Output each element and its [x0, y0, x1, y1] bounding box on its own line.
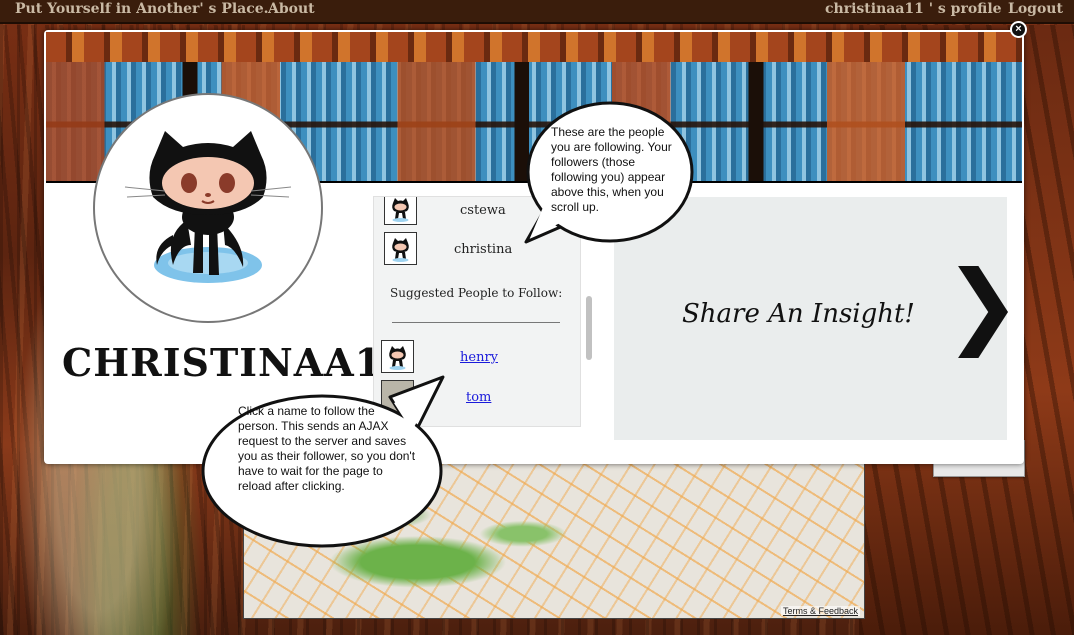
nav-brand-link[interactable]: Put Yourself in Another' s Place.: [15, 1, 269, 17]
following-avatar: [384, 197, 417, 225]
suggested-heading: Suggested People to Follow:: [390, 286, 563, 300]
chevron-right-icon: ❯: [944, 251, 1022, 358]
nav-logout-link[interactable]: Logout: [1008, 1, 1063, 17]
top-nav: Put Yourself in Another' s Place. About …: [0, 0, 1074, 24]
octocat-icon: [124, 131, 292, 283]
following-avatar: [384, 232, 417, 265]
profile-modal: CHRISTINAA11 cstewa christina Suggested …: [44, 30, 1024, 464]
suggested-item[interactable]: henry: [374, 340, 580, 376]
suggested-follow-link[interactable]: henry: [460, 350, 498, 365]
scrollbar-thumb[interactable]: [586, 296, 592, 360]
following-name: christina: [454, 242, 513, 257]
map-terms-link[interactable]: Terms & Feedback: [780, 606, 860, 616]
banner-frame: [46, 32, 1022, 62]
octocat-icon: [392, 238, 409, 262]
octocat-icon: [392, 198, 409, 222]
share-insight-label: Share An Insight!: [682, 299, 915, 329]
profile-avatar: [93, 93, 323, 323]
nav-about-link[interactable]: About: [268, 1, 315, 17]
tooltip-click-name-text: Click a name to follow the person. This …: [238, 404, 416, 493]
octocat-icon: [389, 346, 406, 370]
close-icon[interactable]: ×: [1010, 21, 1027, 38]
suggested-follow-link[interactable]: tom: [466, 390, 491, 405]
suggested-avatar: [381, 340, 414, 373]
tooltip-following-text: These are the people you are following. …: [551, 125, 672, 214]
nav-profile-link[interactable]: christinaa11 ' s profile: [825, 1, 1002, 17]
divider: [392, 322, 560, 323]
following-name: cstewa: [460, 203, 506, 218]
